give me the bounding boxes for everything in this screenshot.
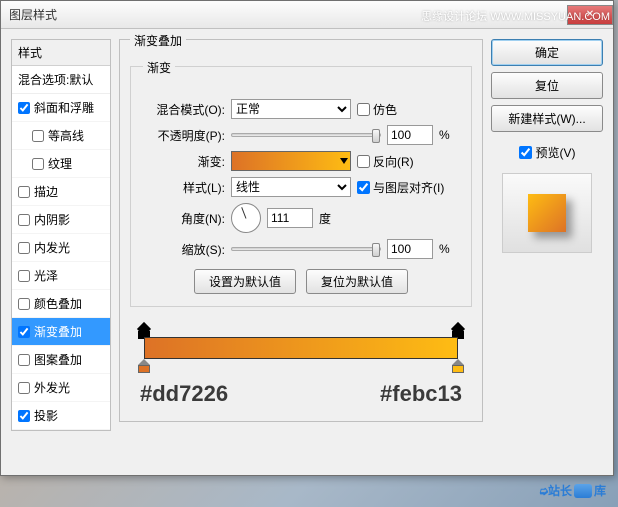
style-checkbox-7[interactable]: [18, 298, 30, 310]
style-item-1[interactable]: 等高线: [12, 122, 110, 150]
style-checkbox-11[interactable]: [18, 410, 30, 422]
logo-icon: [574, 484, 592, 498]
color-stop-right[interactable]: [452, 359, 464, 373]
style-label-8: 渐变叠加: [34, 323, 82, 340]
reverse-checkbox[interactable]: [357, 155, 370, 168]
style-label-7: 颜色叠加: [34, 295, 82, 312]
align-checkbox[interactable]: [357, 181, 370, 194]
blend-mode-select[interactable]: 正常: [231, 99, 351, 119]
scale-slider[interactable]: [231, 247, 381, 251]
opacity-slider[interactable]: [231, 133, 381, 137]
dither-checkbox[interactable]: [357, 103, 370, 116]
opacity-input[interactable]: [387, 125, 433, 145]
style-item-0[interactable]: 斜面和浮雕: [12, 94, 110, 122]
opacity-label: 不透明度(P):: [143, 127, 225, 144]
style-label-11: 投影: [34, 407, 58, 424]
watermark-top: 思缘设计论坛 WWW.MISSYUAN.COM: [421, 8, 610, 24]
ok-button[interactable]: 确定: [491, 39, 603, 66]
style-checkbox-0[interactable]: [18, 102, 30, 114]
gradient-label: 渐变:: [143, 153, 225, 170]
style-label-6: 光泽: [34, 267, 58, 284]
reverse-label: 反向(R): [373, 153, 414, 170]
style-checkbox-1[interactable]: [32, 130, 44, 142]
angle-dial[interactable]: [231, 203, 261, 233]
preview-checkbox[interactable]: [519, 146, 532, 159]
style-checkbox-9[interactable]: [18, 354, 30, 366]
gradient-bar[interactable]: [144, 337, 458, 359]
style-checkbox-10[interactable]: [18, 382, 30, 394]
style-item-10[interactable]: 外发光: [12, 374, 110, 402]
style-checkbox-4[interactable]: [18, 214, 30, 226]
reset-default-button[interactable]: 复位为默认值: [306, 269, 408, 294]
scale-input[interactable]: [387, 239, 433, 259]
styles-sidebar: 样式 混合选项:默认 斜面和浮雕等高线纹理描边内阴影内发光光泽颜色叠加渐变叠加图…: [11, 39, 111, 465]
style-item-9[interactable]: 图案叠加: [12, 346, 110, 374]
dither-label: 仿色: [373, 101, 397, 118]
preview-label: 预览(V): [536, 144, 576, 161]
style-label-0: 斜面和浮雕: [34, 99, 94, 116]
gradient-editor: #dd7226 #febc13: [130, 325, 472, 407]
opacity-stop-left[interactable]: [138, 323, 150, 335]
style-label-5: 内发光: [34, 239, 70, 256]
degree-unit: 度: [319, 210, 337, 227]
align-label: 与图层对齐(I): [373, 179, 444, 196]
style-select[interactable]: 线性: [231, 177, 351, 197]
dialog-buttons: 确定 复位 新建样式(W)... 预览(V): [491, 39, 603, 465]
style-label-3: 描边: [34, 183, 58, 200]
blend-mode-label: 混合模式(O):: [143, 101, 225, 118]
style-label-4: 内阴影: [34, 211, 70, 228]
section-title: 渐变: [143, 59, 175, 76]
style-item-5[interactable]: 内发光: [12, 234, 110, 262]
style-label-1: 等高线: [48, 127, 84, 144]
style-checkbox-5[interactable]: [18, 242, 30, 254]
style-checkbox-6[interactable]: [18, 270, 30, 282]
style-item-8[interactable]: 渐变叠加: [12, 318, 110, 346]
scale-label: 缩放(S):: [143, 241, 225, 258]
preview-swatch: [528, 194, 566, 232]
panel-title: 渐变叠加: [130, 32, 186, 49]
gradient-swatch[interactable]: [231, 151, 351, 171]
style-item-3[interactable]: 描边: [12, 178, 110, 206]
angle-label: 角度(N):: [143, 210, 225, 227]
color-right-label: #febc13: [380, 381, 462, 407]
style-label-10: 外发光: [34, 379, 70, 396]
gradient-overlay-panel: 渐变叠加 渐变 混合模式(O): 正常 仿色 不透明度(P): %: [119, 39, 483, 465]
style-item-11[interactable]: 投影: [12, 402, 110, 430]
watermark-bottom: ➭站长库: [538, 482, 606, 499]
percent-unit: %: [439, 128, 457, 142]
angle-input[interactable]: [267, 208, 313, 228]
style-label-2: 纹理: [48, 155, 72, 172]
percent-unit: %: [439, 242, 457, 256]
style-checkbox-2[interactable]: [32, 158, 44, 170]
new-style-button[interactable]: 新建样式(W)...: [491, 105, 603, 132]
opacity-stop-right[interactable]: [452, 323, 464, 335]
preview-box: [502, 173, 592, 253]
style-checkbox-8[interactable]: [18, 326, 30, 338]
cancel-button[interactable]: 复位: [491, 72, 603, 99]
style-item-7[interactable]: 颜色叠加: [12, 290, 110, 318]
blending-options-item[interactable]: 混合选项:默认: [12, 66, 110, 94]
set-default-button[interactable]: 设置为默认值: [194, 269, 296, 294]
color-left-label: #dd7226: [140, 381, 228, 407]
style-item-2[interactable]: 纹理: [12, 150, 110, 178]
style-item-6[interactable]: 光泽: [12, 262, 110, 290]
style-label: 样式(L):: [143, 179, 225, 196]
style-item-4[interactable]: 内阴影: [12, 206, 110, 234]
style-label-9: 图案叠加: [34, 351, 82, 368]
color-stop-left[interactable]: [138, 359, 150, 373]
styles-header[interactable]: 样式: [12, 40, 110, 66]
layer-style-dialog: 图层样式 ✕ 样式 混合选项:默认 斜面和浮雕等高线纹理描边内阴影内发光光泽颜色…: [0, 0, 614, 476]
style-checkbox-3[interactable]: [18, 186, 30, 198]
